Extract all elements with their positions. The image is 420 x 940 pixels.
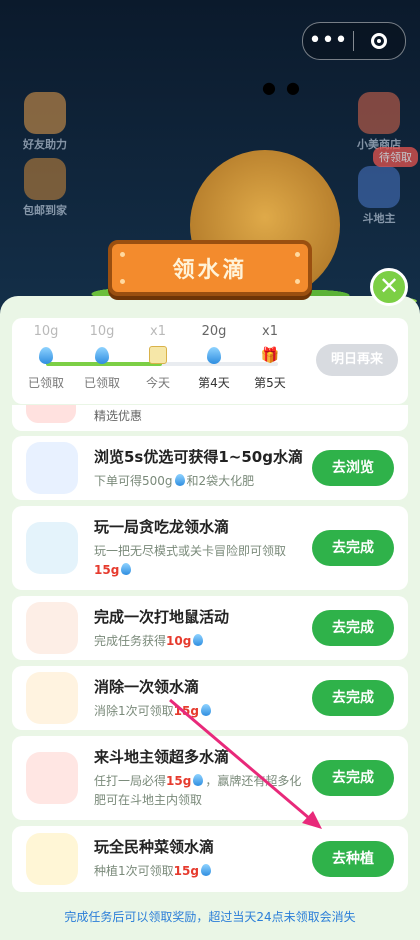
progress-node: 20g 第4天 <box>186 318 242 391</box>
water-drop-icon <box>121 563 132 575</box>
side-item-shipping[interactable]: 包邮到家 <box>10 158 80 218</box>
progress-node: 10g 已领取 <box>18 318 74 391</box>
playing-cards-icon <box>358 166 400 208</box>
node-amount: 20g <box>201 324 227 339</box>
task-card: 浏览5s优选可获得1~50g水滴 下单可得500g 和2袋大化肥 去浏览 <box>12 436 408 500</box>
task-card: 玩全民种菜领水滴 种植1次可领取15g 去种植 <box>12 826 408 892</box>
complete-button[interactable]: 去完成 <box>312 610 394 646</box>
bugs-decoration: ●● <box>262 78 310 97</box>
task-card: 完成一次打地鼠活动 完成任务获得10g 去完成 <box>12 596 408 660</box>
side-item-label: 好友助力 <box>23 138 67 151</box>
side-item-store[interactable]: 小美商店 <box>344 92 414 152</box>
water-drop-icon <box>200 704 211 716</box>
more-dots-icon[interactable]: ••• <box>303 26 353 56</box>
node-label: 第5天 <box>254 376 286 390</box>
task-title: 来斗地主领超多水滴 <box>94 748 230 766</box>
match-blocks-icon <box>26 672 78 724</box>
checkin-progress-card: 10g 已领取 10g 已领取 x1 今天 20g 第4天 x1 🎁 第5天 明… <box>12 318 408 404</box>
panel-title: 领水滴 <box>172 258 248 283</box>
water-drop-icon <box>174 474 185 486</box>
task-title: 消除一次领水滴 <box>94 678 200 696</box>
node-amount: 10g <box>33 324 59 339</box>
task-title: 玩全民种菜领水滴 <box>94 838 215 856</box>
node-label: 今天 <box>145 376 170 390</box>
task-title: 浏览5s优选可获得1~50g水滴 <box>94 448 303 466</box>
side-item-label: 斗地主 <box>362 212 396 225</box>
node-label: 第4天 <box>198 376 230 390</box>
task-card: 玩一局贪吃龙领水滴 玩一把无尽模式或关卡冒险即可领取15g 去完成 <box>12 506 408 590</box>
flower-pot-icon <box>26 833 78 885</box>
complete-button[interactable]: 去完成 <box>312 680 394 716</box>
gift-icon: 🎁 <box>260 346 280 364</box>
task-card: 消除一次领水滴 消除1次可领取15g 去完成 <box>12 666 408 730</box>
water-drop-icon <box>193 634 204 646</box>
task-title: 玩一局贪吃龙领水滴 <box>94 518 230 536</box>
water-drop-icon <box>207 346 221 364</box>
partial-task-card: 精选优惠 <box>12 405 408 431</box>
task-desc: 玩一把无尽模式或关卡冒险即可领取15g <box>94 544 287 577</box>
plant-button[interactable]: 去种植 <box>312 841 394 877</box>
node-amount: x1 <box>150 324 166 339</box>
coupon-icon <box>26 442 78 494</box>
task-card: 来斗地主领超多水滴 任打一局必得15g ，赢牌还有超多化肥可在斗地主内领取 去完成 <box>12 736 408 820</box>
side-item-label: 包邮到家 <box>23 204 67 217</box>
task-desc: 下单可得500g 和2袋大化肥 <box>94 474 255 488</box>
progress-node: 10g 已领取 <box>74 318 130 391</box>
water-drop-icon <box>200 864 211 876</box>
task-title: 完成一次打地鼠活动 <box>94 608 230 626</box>
progress-node: x1 今天 <box>130 318 186 391</box>
task-desc: 任打一局必得15g ，赢牌还有超多化肥可在斗地主内领取 <box>94 774 302 807</box>
task-desc: 精选优惠 <box>94 409 143 423</box>
store-icon <box>358 92 400 134</box>
task-desc: 消除1次可领取15g <box>94 702 304 721</box>
water-drop-icon <box>193 774 204 786</box>
close-icon[interactable]: ✕ <box>370 268 408 306</box>
complete-button[interactable]: 去完成 <box>312 760 394 796</box>
progress-node: x1 🎁 第5天 <box>242 318 298 391</box>
mole-icon <box>26 602 78 654</box>
node-amount: 10g <box>89 324 115 339</box>
mini-program-capsule: ••• <box>302 22 406 60</box>
task-desc: 种植1次可领取15g <box>94 862 304 881</box>
water-drop-icon <box>95 346 109 364</box>
node-label: 已领取 <box>27 376 64 390</box>
shopping-bag-icon <box>24 158 66 200</box>
red-envelope-icon <box>26 752 78 804</box>
footer-note: 完成任务后可以领取奖励，超过当天24点未领取会消失 <box>64 910 356 924</box>
browse-button[interactable]: 去浏览 <box>312 450 394 486</box>
come-back-tomorrow-button[interactable]: 明日再来 <box>316 344 398 376</box>
node-amount: x1 <box>262 324 278 339</box>
complete-button[interactable]: 去完成 <box>312 530 394 566</box>
water-drop-icon <box>39 346 53 364</box>
node-label: 已领取 <box>83 376 120 390</box>
discount-icon <box>26 405 76 423</box>
friends-icon <box>24 92 66 134</box>
pending-badge: 待领取 <box>373 147 418 167</box>
side-item-landlord[interactable]: 斗地主 <box>344 166 414 226</box>
panel-title-banner: 领水滴 <box>108 240 312 296</box>
target-icon[interactable] <box>354 33 404 49</box>
snake-icon <box>26 522 78 574</box>
calendar-icon <box>149 346 167 364</box>
task-desc: 完成任务获得10g <box>94 632 304 651</box>
side-item-friends[interactable]: 好友助力 <box>10 92 80 152</box>
